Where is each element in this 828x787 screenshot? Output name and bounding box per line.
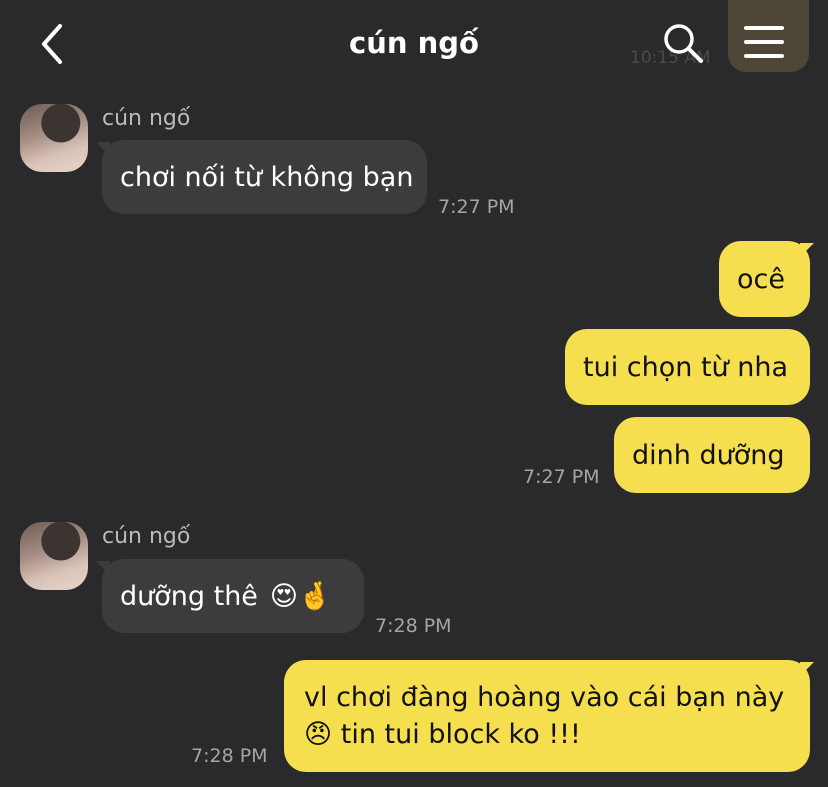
incoming-message-bubble[interactable]: dưỡng thê 😍🤞	[102, 559, 364, 633]
message-text: chơi nối từ không bạn	[120, 161, 414, 193]
search-icon	[664, 24, 703, 63]
outgoing-message-bubble[interactable]: tui chọn từ nha	[565, 329, 810, 405]
sender-name: cún ngố	[102, 106, 191, 131]
outgoing-message-bubble[interactable]: ocê	[719, 241, 810, 317]
message-text-line: 😠 tin tui block ko !!!	[304, 716, 581, 753]
message-text: ocê	[737, 263, 785, 295]
message-text: dưỡng thê	[120, 580, 258, 612]
emoji-angry: 😠	[304, 719, 333, 750]
message-text: tin tui block ko !!!	[340, 719, 581, 750]
message-timestamp: 7:28 PM	[375, 615, 452, 637]
outgoing-message-bubble[interactable]: vl chơi đàng hoàng vào cái bạn này 😠 tin…	[284, 660, 810, 772]
outgoing-message-bubble[interactable]: dinh dưỡng	[614, 417, 810, 493]
avatar[interactable]	[20, 522, 88, 590]
avatar[interactable]	[20, 104, 88, 172]
message-timestamp: 7:27 PM	[523, 466, 600, 488]
menu-button[interactable]	[728, 0, 809, 72]
chat-header: cún ngố 10:15 AM	[0, 0, 828, 90]
message-timestamp: 7:28 PM	[191, 745, 268, 767]
message-text-line: vl chơi đàng hoàng vào cái bạn này	[304, 682, 785, 713]
message-text: tui chọn từ nha	[583, 351, 789, 383]
emoji-heart-eyes-crossed-fingers: 😍🤞	[269, 581, 332, 612]
search-button[interactable]	[662, 22, 704, 64]
sender-name: cún ngố	[102, 524, 191, 549]
message-text: dinh dưỡng	[632, 439, 785, 471]
message-timestamp: 7:27 PM	[438, 196, 515, 218]
incoming-message-bubble[interactable]: chơi nối từ không bạn	[102, 140, 427, 214]
